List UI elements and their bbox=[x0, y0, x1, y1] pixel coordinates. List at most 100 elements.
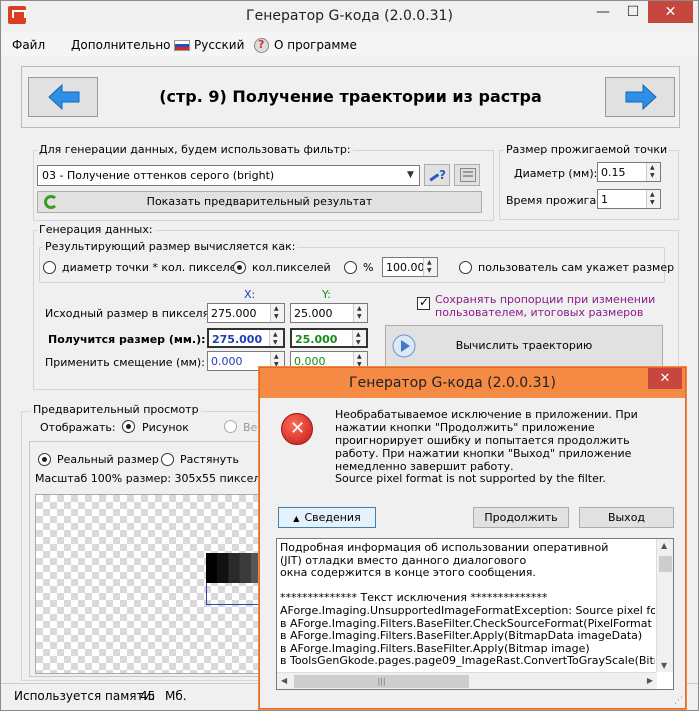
menu-language-label: Русский bbox=[194, 38, 245, 52]
radio-percent[interactable] bbox=[344, 261, 357, 274]
radio-dot-diameter-label: диаметр точки * кол. пикселей bbox=[62, 261, 244, 274]
memory-label: Используется памяти: bbox=[14, 689, 156, 703]
details-line: (JIT) отладки вместо данного диалогового bbox=[280, 554, 527, 567]
menu-additional[interactable]: Дополнительно bbox=[71, 38, 171, 52]
details-line: Подробная информация об использовании оп… bbox=[280, 542, 609, 554]
russian-flag-icon bbox=[174, 40, 190, 51]
scroll-down-icon[interactable]: ▼ bbox=[661, 661, 667, 670]
radio-user-size[interactable] bbox=[459, 261, 472, 274]
radio-pixel-count-label: кол.пикселей bbox=[252, 261, 331, 274]
help-icon bbox=[254, 38, 269, 53]
close-button[interactable]: ✕ bbox=[648, 1, 693, 23]
calculate-trajectory-button[interactable]: Вычислить траекторию bbox=[385, 325, 663, 367]
source-y-stepper[interactable]: ▲ ▼ bbox=[353, 304, 367, 322]
result-x-value: 275.000 bbox=[212, 333, 263, 346]
result-y-input[interactable]: 25.000 ▲ ▼ bbox=[290, 328, 368, 348]
percent-value: 100.00 bbox=[386, 261, 425, 274]
details-line: ************** Текст исключения ********… bbox=[280, 592, 548, 605]
details-button-label: Сведения bbox=[304, 511, 361, 524]
source-size-label: Исходный размер в пикселях: bbox=[45, 307, 220, 320]
details-button[interactable]: ▲ Сведения bbox=[278, 507, 376, 528]
back-button[interactable] bbox=[28, 77, 98, 117]
diameter-stepper[interactable]: ▲ ▼ bbox=[646, 163, 660, 181]
dialog-close-button[interactable]: ✕ bbox=[648, 368, 682, 389]
radio-display-vector[interactable] bbox=[224, 420, 237, 433]
radio-real-size[interactable] bbox=[38, 453, 51, 466]
vertical-scroll-thumb[interactable] bbox=[659, 556, 672, 572]
radio-dot-diameter[interactable] bbox=[43, 261, 56, 274]
chevron-up-icon: ▲ bbox=[293, 514, 300, 523]
generation-group-label: Генерация данных: bbox=[37, 223, 155, 236]
offset-label: Применить смещение (мм): bbox=[45, 356, 205, 369]
diameter-input[interactable]: 0.15 ▲ ▼ bbox=[597, 162, 661, 182]
filter-help-button[interactable]: ? bbox=[424, 164, 450, 186]
show-preview-button[interactable]: Показать предварительный результат bbox=[37, 191, 482, 213]
offset-x-value: 0.000 bbox=[211, 355, 243, 368]
radio-display-vector-label: Век bbox=[243, 421, 260, 434]
source-y-value: 25.000 bbox=[294, 307, 333, 320]
percent-input[interactable]: 100.00 ▲ ▼ bbox=[382, 257, 438, 277]
vertical-scrollbar[interactable]: ▲ ▼ bbox=[656, 539, 673, 672]
continue-button[interactable]: Продолжить bbox=[473, 507, 569, 528]
maximize-button[interactable]: ☐ bbox=[618, 1, 648, 23]
scroll-up-icon[interactable]: ▲ bbox=[661, 541, 667, 550]
result-x-stepper[interactable]: ▲ ▼ bbox=[269, 330, 283, 346]
title-bar: Генератор G-кода (2.0.0.31) — ☐ ✕ bbox=[1, 1, 698, 32]
svg-text:?: ? bbox=[439, 168, 446, 182]
burn-time-input[interactable]: 1 ▲ ▼ bbox=[597, 189, 661, 209]
filter-select[interactable]: 03 - Получение оттенков серого (bright) … bbox=[37, 165, 420, 186]
exit-button[interactable]: Выход bbox=[579, 507, 674, 528]
refresh-icon bbox=[44, 195, 58, 209]
details-line: в ToolsGenGkode.pages.page09_ImageRast.C… bbox=[280, 655, 655, 668]
source-x-input[interactable]: 275.000 ▲ ▼ bbox=[207, 303, 285, 323]
radio-stretch[interactable] bbox=[161, 453, 174, 466]
filter-settings-button[interactable] bbox=[454, 164, 480, 186]
exception-details-textbox[interactable]: Подробная информация об использовании оп… bbox=[276, 538, 674, 690]
filter-select-value: 03 - Получение оттенков серого (bright) bbox=[42, 169, 275, 182]
minimize-button[interactable]: — bbox=[588, 1, 618, 23]
result-size-label: Получится размер (мм.): bbox=[48, 333, 206, 346]
radio-display-picture[interactable] bbox=[122, 420, 135, 433]
resize-grip-icon[interactable]: ⋰ bbox=[674, 696, 683, 706]
dot-size-group bbox=[499, 150, 679, 220]
dialog-title-bar: Генератор G-кода (2.0.0.31) ✕ bbox=[260, 368, 685, 398]
radio-display-picture-label: Рисунок bbox=[142, 421, 189, 434]
menu-language[interactable]: Русский bbox=[174, 38, 245, 52]
diameter-label: Диаметр (мм): bbox=[514, 167, 598, 180]
radio-real-size-label: Реальный размер bbox=[57, 453, 159, 466]
menu-file[interactable]: Файл bbox=[12, 38, 45, 52]
details-line: в AForge.Imaging.Filters.BaseFilter.Appl… bbox=[280, 642, 590, 655]
source-x-stepper[interactable]: ▲ ▼ bbox=[270, 304, 284, 322]
details-line: в AForge.Imaging.Filters.BaseFilter.Chec… bbox=[280, 617, 655, 630]
raster-preview[interactable] bbox=[35, 494, 262, 674]
result-y-stepper[interactable]: ▲ ▼ bbox=[352, 330, 366, 346]
dialog-error-detail: Source pixel format is not supported by … bbox=[335, 472, 606, 485]
memory-unit: Мб. bbox=[165, 689, 187, 703]
percent-stepper[interactable]: ▲ ▼ bbox=[423, 258, 437, 276]
horizontal-scroll-thumb[interactable]: ||| bbox=[294, 675, 469, 688]
keep-proportions-checkbox[interactable] bbox=[417, 295, 430, 310]
result-x-input[interactable]: 275.000 ▲ ▼ bbox=[207, 328, 285, 348]
display-label: Отображать: bbox=[40, 421, 116, 434]
arrow-right-icon bbox=[625, 84, 657, 110]
page-title: (стр. 9) Получение траектории из растра bbox=[159, 87, 542, 106]
scroll-right-icon[interactable]: ▶ bbox=[647, 676, 653, 685]
preview-group-label: Предварительный просмотр bbox=[31, 403, 201, 416]
error-dialog: Генератор G-кода (2.0.0.31) ✕ Необрабаты… bbox=[259, 367, 686, 709]
burn-time-label: Время прожига: bbox=[506, 194, 600, 207]
source-y-input[interactable]: 25.000 ▲ ▼ bbox=[290, 303, 368, 323]
burn-time-stepper[interactable]: ▲ ▼ bbox=[646, 190, 660, 208]
details-line: AForge.Imaging.UnsupportedImageFormatExc… bbox=[280, 604, 655, 617]
keep-proportions-label: Сохранять пропорции при изменении пользо… bbox=[435, 293, 656, 319]
error-icon bbox=[281, 413, 313, 445]
horizontal-scrollbar[interactable]: ◀ ||| ▶ bbox=[277, 672, 657, 689]
exit-button-label: Выход bbox=[607, 511, 646, 524]
continue-button-label: Продолжить bbox=[484, 511, 558, 524]
radio-pixel-count[interactable] bbox=[233, 261, 246, 274]
next-button[interactable] bbox=[605, 77, 675, 117]
radio-stretch-label: Растянуть bbox=[180, 453, 240, 466]
menu-about[interactable]: О программе bbox=[254, 38, 357, 53]
raster-image bbox=[206, 553, 262, 583]
exception-details-text: Подробная информация об использовании оп… bbox=[280, 542, 655, 668]
scroll-left-icon[interactable]: ◀ bbox=[281, 676, 287, 685]
